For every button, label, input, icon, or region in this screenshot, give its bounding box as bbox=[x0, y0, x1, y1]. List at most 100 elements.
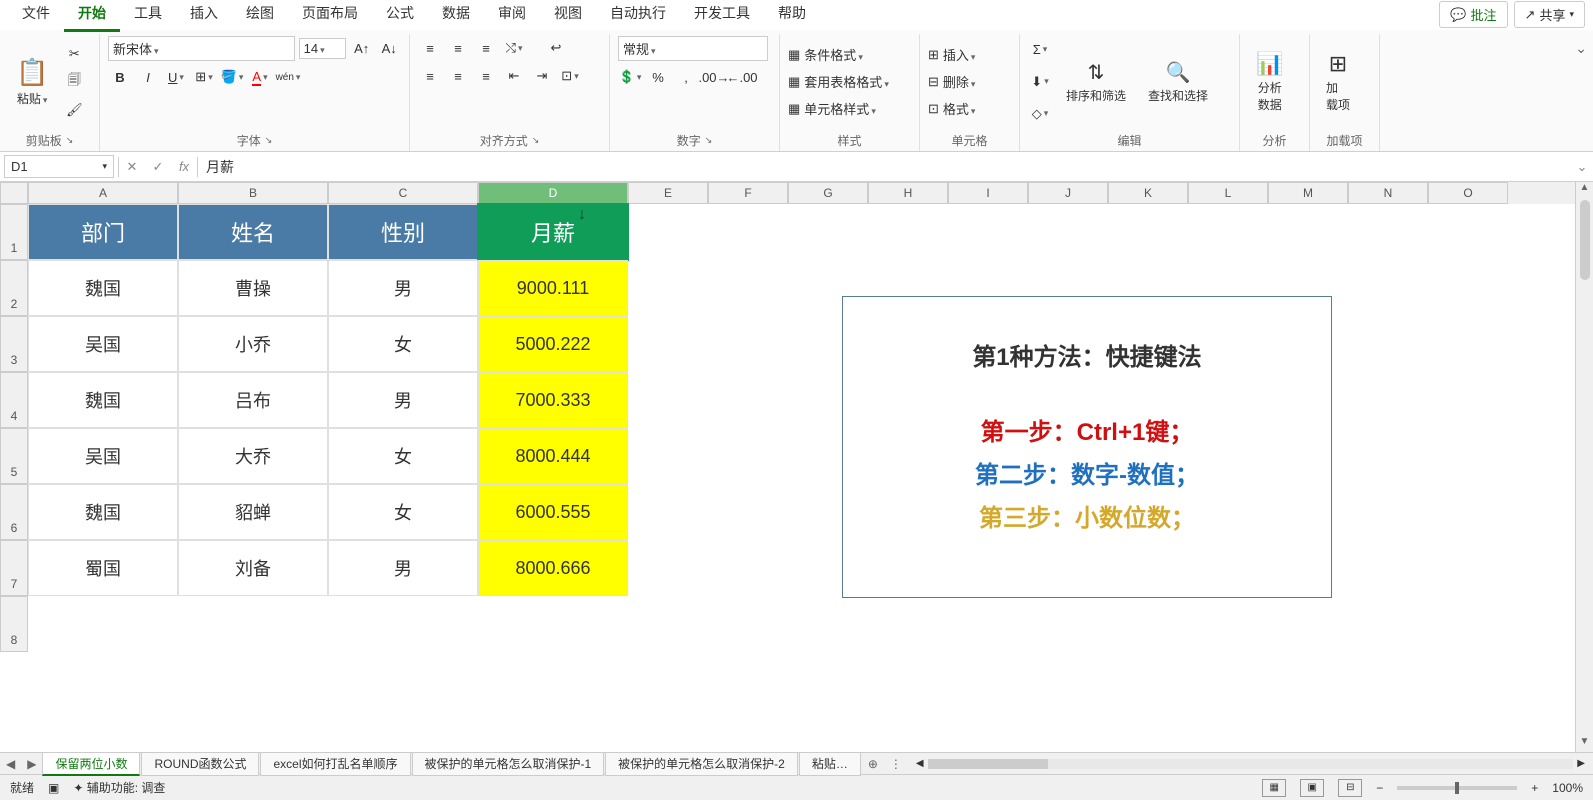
merge-icon[interactable]: ⊡ bbox=[558, 64, 582, 88]
inc-decimal-icon[interactable]: .00→ bbox=[702, 65, 726, 89]
col-header-G[interactable]: G bbox=[788, 182, 868, 204]
row-header-2[interactable]: 2 bbox=[0, 260, 28, 316]
data-cell[interactable]: 6000.555 bbox=[478, 484, 628, 540]
delete-cells-button[interactable]: ⊟删除 bbox=[928, 72, 975, 91]
macro-record-icon[interactable]: ▣ bbox=[48, 781, 59, 795]
border-icon[interactable]: ⊞ bbox=[192, 65, 216, 89]
vertical-scrollbar[interactable]: ▲ ▼ bbox=[1575, 182, 1593, 752]
format-painter-icon[interactable]: 🖌 bbox=[62, 98, 86, 122]
menu-审阅[interactable]: 审阅 bbox=[484, 0, 540, 32]
row-header-7[interactable]: 7 bbox=[0, 540, 28, 596]
name-box[interactable]: D1▾ bbox=[4, 155, 114, 178]
table-format-button[interactable]: ▦套用表格格式 bbox=[788, 72, 889, 91]
font-color-icon[interactable]: A bbox=[248, 65, 272, 89]
zoom-level[interactable]: 100% bbox=[1552, 781, 1583, 795]
data-cell[interactable]: 男 bbox=[328, 540, 478, 596]
accessibility-status[interactable]: ✦ 辅助功能: 调查 bbox=[73, 779, 165, 796]
orientation-icon[interactable]: ⤭ bbox=[502, 36, 526, 60]
paste-button[interactable]: 📋 粘贴 bbox=[8, 53, 56, 111]
number-format-select[interactable]: 常规 bbox=[618, 36, 768, 61]
horizontal-scrollbar[interactable]: ◀ ▶ bbox=[908, 758, 1593, 769]
menu-开始[interactable]: 开始 bbox=[64, 0, 120, 32]
row-header-8[interactable]: 8 bbox=[0, 596, 28, 652]
zoom-out-icon[interactable]: − bbox=[1376, 781, 1383, 795]
row-header-5[interactable]: 5 bbox=[0, 428, 28, 484]
menu-插入[interactable]: 插入 bbox=[176, 0, 232, 32]
data-cell[interactable]: 男 bbox=[328, 260, 478, 316]
percent-icon[interactable]: % bbox=[646, 65, 670, 89]
formula-input[interactable]: 月薪 bbox=[198, 154, 1571, 180]
menu-帮助[interactable]: 帮助 bbox=[764, 0, 820, 32]
format-cells-button[interactable]: ⊡格式 bbox=[928, 99, 975, 118]
decrease-font-icon[interactable]: A↓ bbox=[377, 37, 401, 61]
cut-icon[interactable]: ✂ bbox=[62, 42, 86, 66]
row-header-1[interactable]: 1 bbox=[0, 204, 28, 260]
bold-icon[interactable]: B bbox=[108, 65, 132, 89]
autosum-icon[interactable]: Σ bbox=[1028, 38, 1052, 62]
menu-开发工具[interactable]: 开发工具 bbox=[680, 0, 764, 32]
indent-dec-icon[interactable]: ⇤ bbox=[502, 64, 526, 88]
col-header-O[interactable]: O bbox=[1428, 182, 1508, 204]
fx-icon[interactable]: fx bbox=[171, 155, 197, 178]
share-button[interactable]: ↗共享▾ bbox=[1514, 1, 1585, 28]
data-cell[interactable]: 大乔 bbox=[178, 428, 328, 484]
data-cell[interactable]: 貂蝉 bbox=[178, 484, 328, 540]
align-bottom-icon[interactable]: ≡ bbox=[474, 36, 498, 60]
tab-nav-prev-icon[interactable]: ◀ bbox=[0, 757, 21, 771]
phonetic-icon[interactable]: wén bbox=[276, 65, 300, 89]
select-all-corner[interactable] bbox=[0, 182, 28, 204]
menu-数据[interactable]: 数据 bbox=[428, 0, 484, 32]
increase-font-icon[interactable]: A↑ bbox=[350, 37, 374, 61]
currency-icon[interactable]: 💲 bbox=[618, 65, 642, 89]
data-cell[interactable]: 8000.444 bbox=[478, 428, 628, 484]
data-cell[interactable]: 魏国 bbox=[28, 260, 178, 316]
conditional-format-button[interactable]: ▦条件格式 bbox=[788, 45, 863, 64]
data-cell[interactable]: 女 bbox=[328, 484, 478, 540]
sheet-tab[interactable]: 粘贴… bbox=[799, 752, 861, 776]
fill-icon[interactable]: ⬇ bbox=[1028, 70, 1052, 94]
font-name-select[interactable]: 新宋体 bbox=[108, 36, 295, 61]
find-select-button[interactable]: 🔍 查找和选择 bbox=[1140, 56, 1216, 108]
col-header-C[interactable]: C bbox=[328, 182, 478, 204]
italic-icon[interactable]: I bbox=[136, 65, 160, 89]
view-normal-icon[interactable]: ▦ bbox=[1262, 779, 1286, 797]
data-cell[interactable]: 9000.111 bbox=[478, 260, 628, 316]
menu-视图[interactable]: 视图 bbox=[540, 0, 596, 32]
data-cell[interactable]: 吴国 bbox=[28, 428, 178, 484]
sheet-tab[interactable]: excel如何打乱名单顺序 bbox=[260, 752, 410, 776]
sheet-tab[interactable]: 被保护的单元格怎么取消保护-1 bbox=[412, 752, 605, 776]
data-cell[interactable]: 吕布 bbox=[178, 372, 328, 428]
cell-style-button[interactable]: ▦单元格样式 bbox=[788, 99, 876, 118]
header-cell[interactable]: 性别 bbox=[328, 204, 478, 260]
data-cell[interactable]: 5000.222 bbox=[478, 316, 628, 372]
data-cell[interactable]: 8000.666 bbox=[478, 540, 628, 596]
collapse-ribbon-icon[interactable]: ⌄ bbox=[1575, 40, 1587, 57]
col-header-L[interactable]: L bbox=[1188, 182, 1268, 204]
col-header-F[interactable]: F bbox=[708, 182, 788, 204]
font-size-select[interactable]: 14 bbox=[299, 38, 346, 59]
menu-绘图[interactable]: 绘图 bbox=[232, 0, 288, 32]
sheet-tab[interactable]: 保留两位小数 bbox=[42, 752, 140, 776]
data-cell[interactable]: 小乔 bbox=[178, 316, 328, 372]
data-cell[interactable]: 男 bbox=[328, 372, 478, 428]
cancel-formula-icon[interactable]: ✕ bbox=[119, 155, 145, 179]
zoom-in-icon[interactable]: + bbox=[1531, 781, 1538, 795]
col-header-N[interactable]: N bbox=[1348, 182, 1428, 204]
menu-自动执行[interactable]: 自动执行 bbox=[596, 0, 680, 32]
analyze-data-button[interactable]: 📊 分析 数据 bbox=[1248, 47, 1291, 117]
col-header-M[interactable]: M bbox=[1268, 182, 1348, 204]
data-cell[interactable]: 蜀国 bbox=[28, 540, 178, 596]
align-center-icon[interactable]: ≡ bbox=[446, 64, 470, 88]
row-header-4[interactable]: 4 bbox=[0, 372, 28, 428]
insert-cells-button[interactable]: ⊞插入 bbox=[928, 45, 975, 64]
data-cell[interactable]: 魏国 bbox=[28, 484, 178, 540]
addins-button[interactable]: ⊞ 加 载项 bbox=[1318, 47, 1358, 117]
sheet-tab[interactable]: ROUND函数公式 bbox=[141, 752, 259, 776]
data-cell[interactable]: 7000.333 bbox=[478, 372, 628, 428]
dec-decimal-icon[interactable]: ←.00 bbox=[730, 65, 754, 89]
header-cell[interactable]: 月薪 bbox=[478, 204, 628, 260]
underline-icon[interactable]: U bbox=[164, 65, 188, 89]
col-header-A[interactable]: A bbox=[28, 182, 178, 204]
confirm-formula-icon[interactable]: ✓ bbox=[145, 155, 171, 179]
row-header-3[interactable]: 3 bbox=[0, 316, 28, 372]
